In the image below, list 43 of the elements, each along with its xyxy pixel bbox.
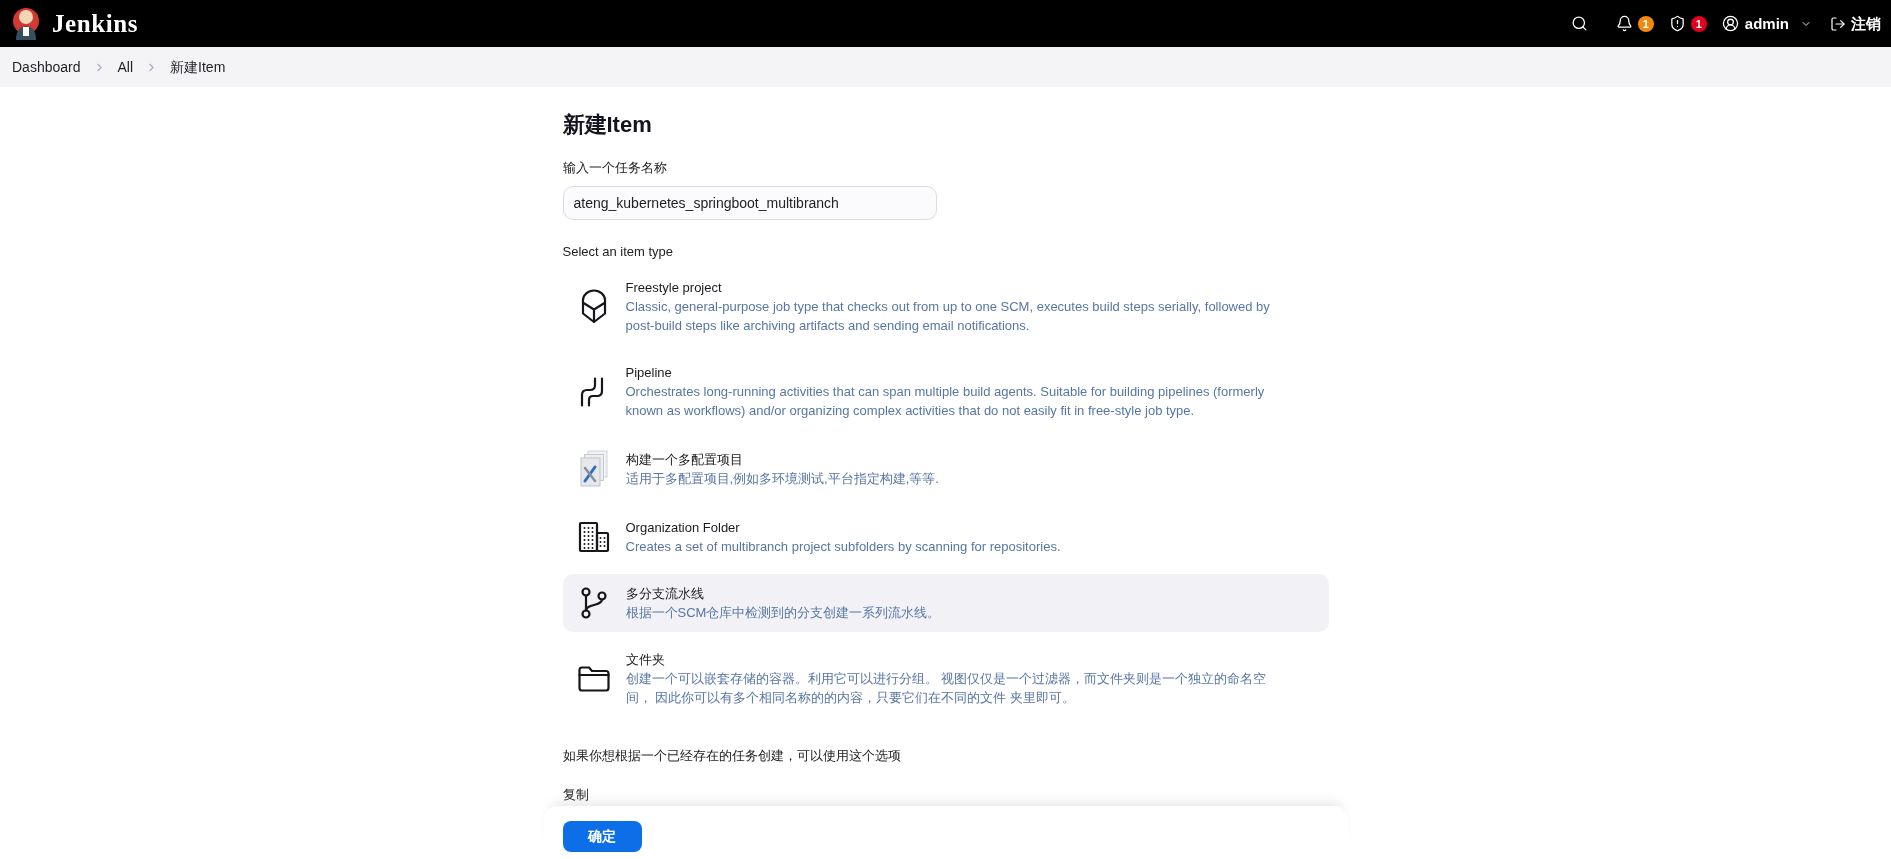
shield-alert-icon [1668, 15, 1686, 32]
security-button[interactable]: 1 [1668, 15, 1707, 32]
count-badge: 1 [1637, 15, 1654, 32]
search-icon [1570, 15, 1588, 32]
breadcrumb-link[interactable]: 新建Item [170, 58, 226, 76]
item-type-option[interactable]: 多分支流水线 根据一个SCM仓库中检测到的分支创建一系列流水线。 [562, 574, 1329, 632]
item-type-description: 根据一个SCM仓库中检测到的分支创建一系列流水线。 [625, 604, 942, 622]
item-type-name: 多分支流水线 [625, 585, 705, 603]
copy-label: 复制 [562, 786, 590, 804]
item-type-option[interactable]: 构建一个多配置项目 适用于多配置项目,例如多环境测试,平台指定构建,等等. [562, 438, 1329, 500]
item-type-description: Orchestrates long-running activities that can span multiple build agents. Suitable for building pipelines (formerly known as workflows) and/or organizing complex activities that do not easily fit in free-style job type. [625, 383, 1266, 420]
bell-icon [1615, 15, 1633, 32]
mascot-logo-icon [12, 5, 40, 42]
copy-hint-text: 如果你想根据一个已经存在的任务创建，可以使用这个选项 [562, 747, 902, 765]
breadcrumb-link[interactable]: All [117, 58, 134, 76]
documents-with-tools-icon [578, 448, 609, 490]
count-badge: 1 [1690, 15, 1707, 32]
logout-icon [1830, 15, 1846, 32]
item-type-description: Creates a set of multibranch project subfolders by scanning for repositories. [625, 538, 1062, 556]
item-type-name: Organization Folder [625, 519, 741, 537]
item-name-input[interactable]: ateng_kubernetes_springboot_multibranch [562, 186, 937, 220]
item-type-description: 适用于多配置项目,例如多环境测试,平台指定构建,等等. [625, 470, 940, 488]
section-heading: Select an item type [562, 243, 675, 261]
item-type-name: 构建一个多配置项目 [625, 451, 744, 469]
branch-icon [580, 587, 607, 619]
folder-icon [577, 665, 610, 692]
user-icon [1721, 15, 1739, 32]
page-title: 新建Item [562, 111, 653, 139]
breadcrumb-link[interactable]: Dashboard [12, 58, 81, 76]
item-type-description: 创建一个可以嵌套存储的容器。利用它可以进行分组。 视图仅仅是一个过滤器，而文件夹则是一个独立的命名空间， 因此你可以有多个相同名称的的内容，只要它们在不同的文件 夹里即可。 [625, 670, 1268, 707]
logout-button[interactable]: 注销 [1830, 13, 1881, 34]
item-type-name: 文件夹 [625, 651, 666, 669]
field-label: 输入一个任务名称 [562, 159, 668, 177]
user-menu-button[interactable]: admin [1721, 13, 1812, 34]
ok-button[interactable]: 确定 [562, 821, 642, 852]
brand-link[interactable]: Jenkins [52, 8, 139, 39]
item-type-option[interactable]: 文件夹 创建一个可以嵌套存储的容器。利用它可以进行分组。 视图仅仅是一个过滤器，而文件夹则是一个独立的命名空间， 因此你可以有多个相同名称的的内容，只要它们在不同的文件 夹里即可。 [562, 640, 1329, 717]
building-icon [577, 521, 610, 553]
item-type-name: Pipeline [625, 364, 673, 382]
item-type-option[interactable]: Organization Folder Creates a set of multibranch project subfolders by scanning for repositories. [562, 508, 1329, 566]
item-type-description: Classic, general-purpose job type that checks out from up to one SCM, executes build steps serially, followed by post-build steps like archiving artifacts and sending email notifications. [625, 298, 1271, 335]
item-type-name: Freestyle project [625, 279, 723, 297]
search-button[interactable] [1570, 15, 1588, 32]
